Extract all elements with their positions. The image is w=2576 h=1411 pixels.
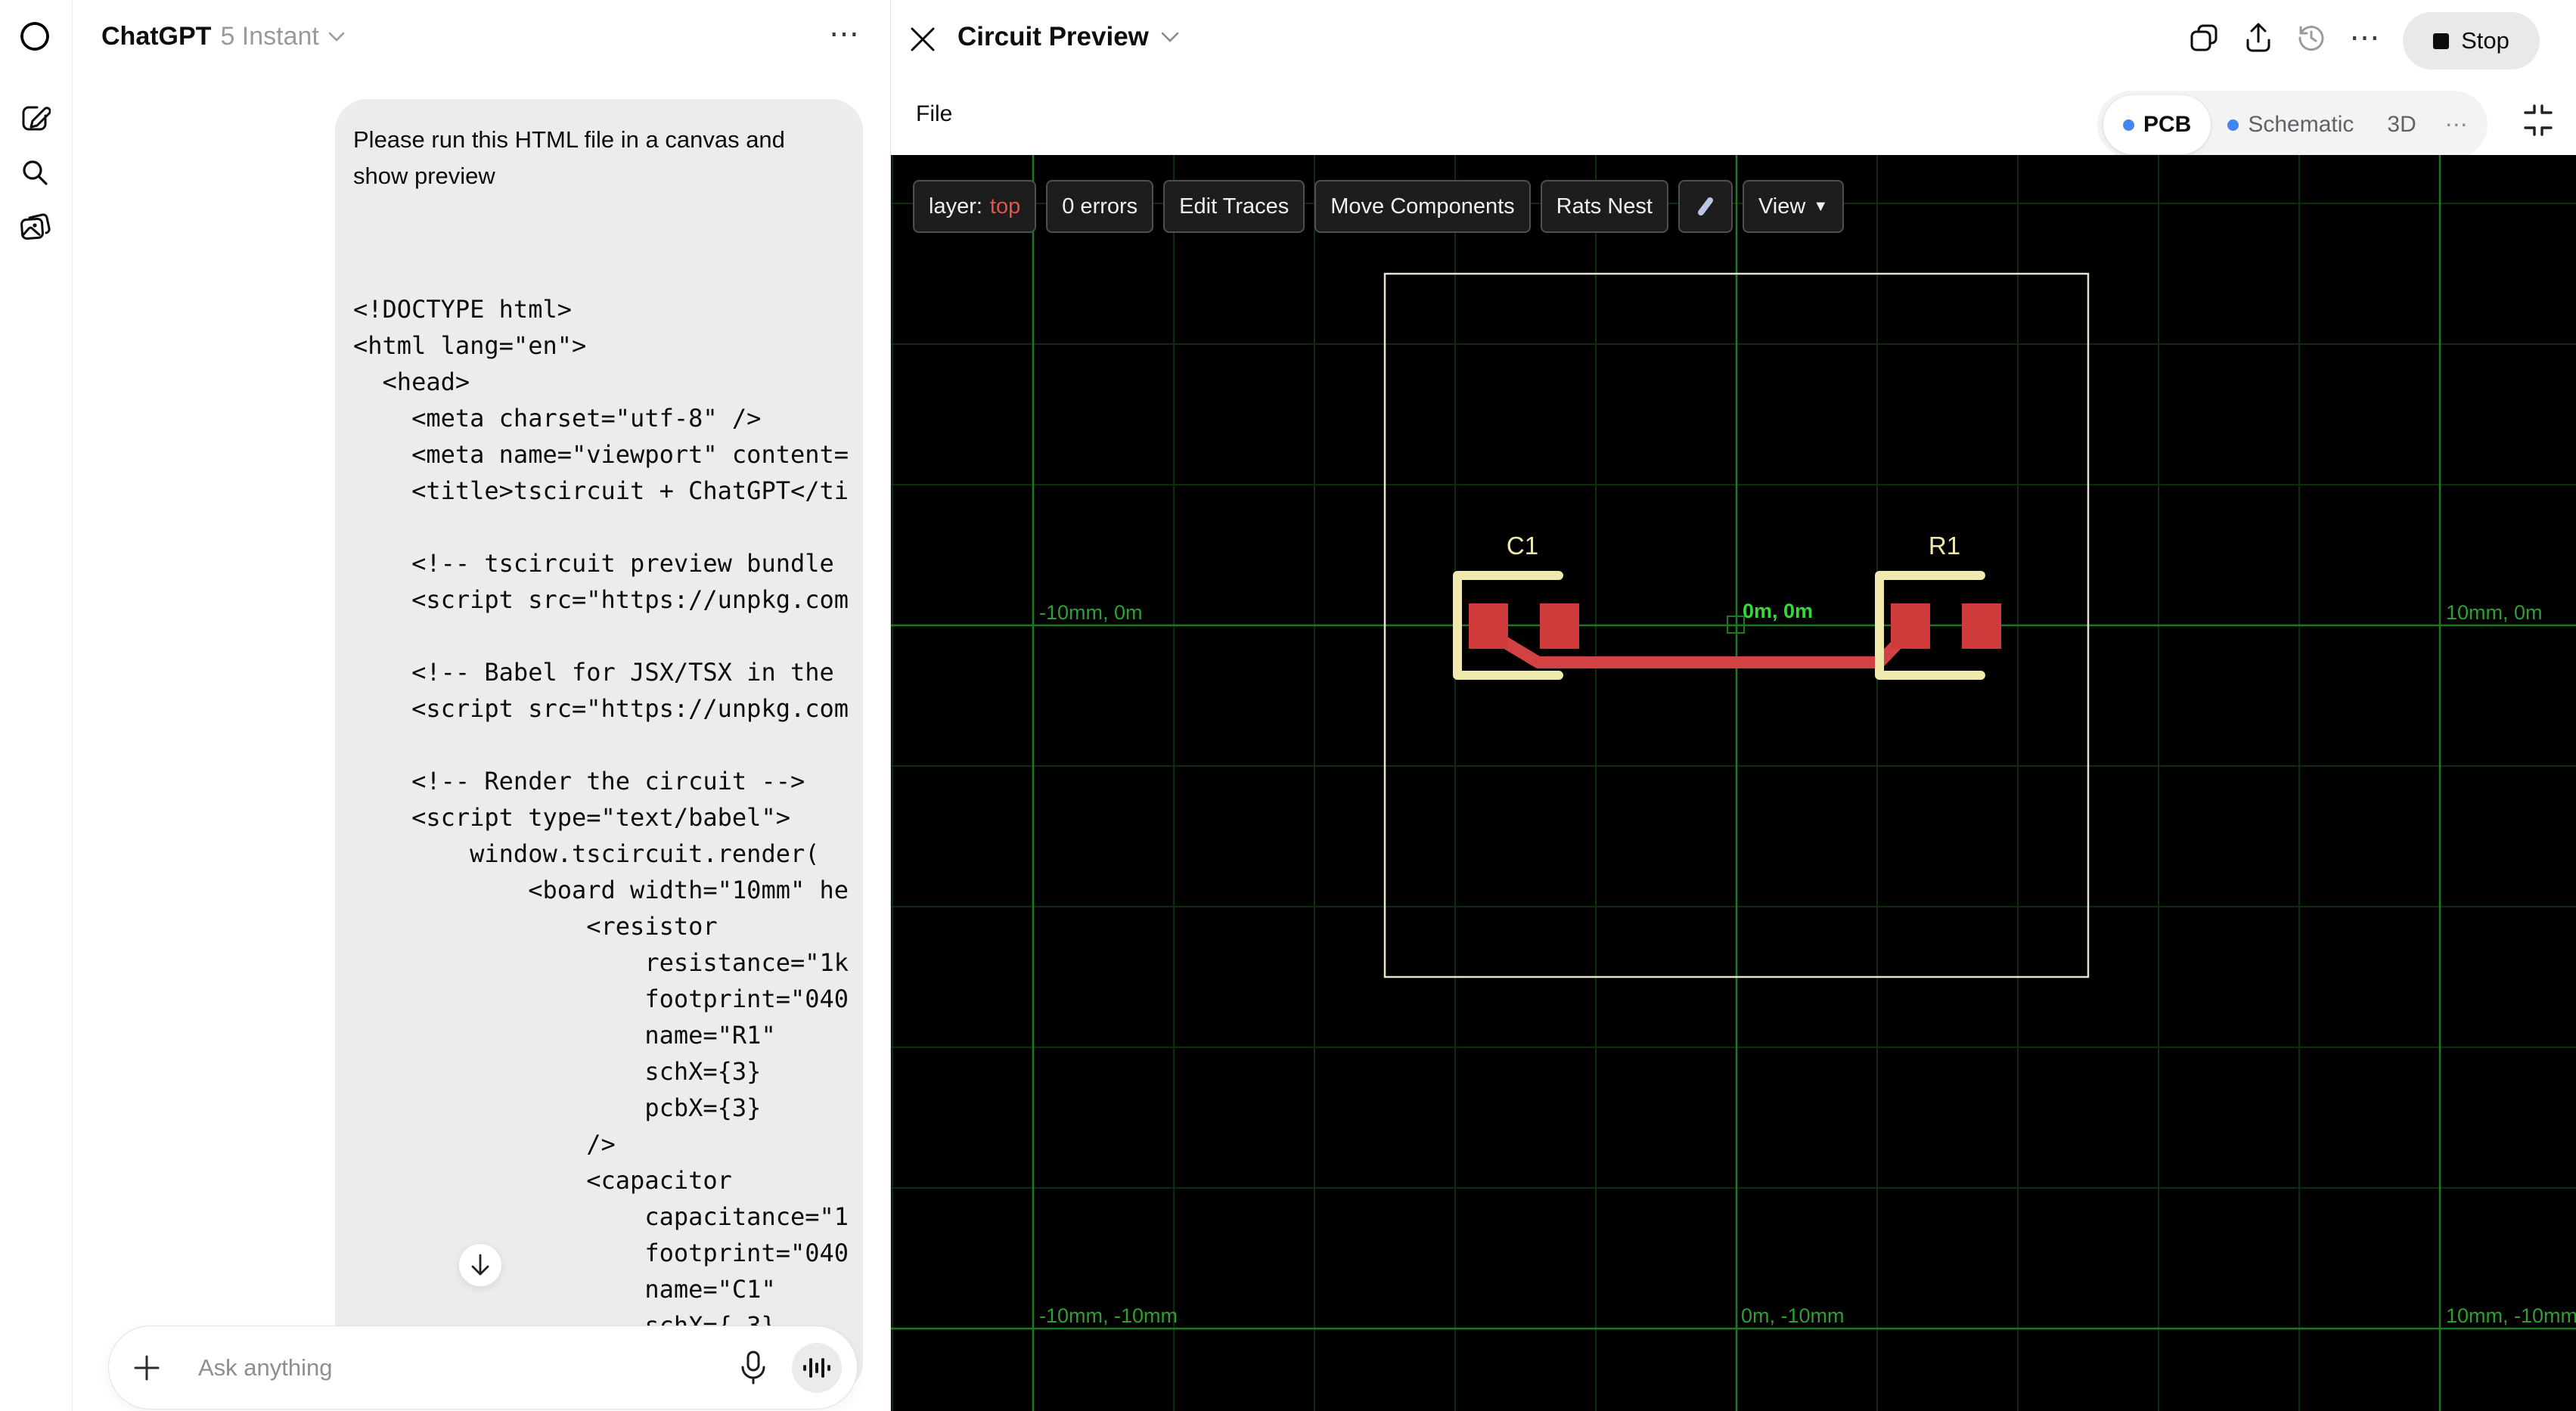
pcb-dot-icon — [2123, 119, 2134, 131]
r1-label: R1 — [1929, 532, 1960, 560]
copy-button[interactable] — [2187, 21, 2221, 54]
contract-view-button[interactable] — [2521, 103, 2556, 138]
plus-icon — [134, 1355, 160, 1380]
r1-pad-1 — [1891, 603, 1930, 649]
close-canvas-button[interactable] — [909, 26, 939, 56]
r1-pad-2 — [1962, 603, 2001, 649]
circuit-preview-panel: Circuit Preview ⋯ Stop File PCB Schemati… — [890, 0, 2576, 1411]
grid-label-bottom-left: -10mm, -10mm — [1039, 1304, 1178, 1327]
layer-label: layer: — [929, 194, 982, 219]
contract-icon — [2524, 104, 2553, 136]
errors-button[interactable]: 0 errors — [1046, 180, 1154, 233]
scroll-to-bottom-button[interactable] — [458, 1243, 502, 1287]
grid-label-origin: 0m, 0m — [1743, 600, 1813, 622]
openai-logo-icon — [20, 22, 49, 51]
chevron-down-icon — [328, 32, 345, 42]
rats-nest-button[interactable]: Rats Nest — [1540, 180, 1668, 233]
chevron-down-icon — [1161, 32, 1179, 42]
message-code-block: <!DOCTYPE html> <html lang="en"> <head> … — [353, 295, 849, 1394]
layer-button[interactable]: layer: top — [913, 180, 1037, 233]
c1-label: C1 — [1507, 532, 1538, 560]
history-button[interactable] — [2295, 21, 2328, 54]
openai-logo[interactable] — [17, 18, 53, 54]
grid-label-bottom-right: 10mm, -10mm — [2446, 1304, 2576, 1327]
app-name: ChatGPT — [101, 22, 212, 51]
message-intro-text: Please run this HTML file in a canvas an… — [353, 126, 785, 189]
c1-pad-1 — [1469, 603, 1508, 649]
stop-label: Stop — [2461, 27, 2509, 54]
c1-pad-2 — [1540, 603, 1579, 649]
edit-traces-button[interactable]: Edit Traces — [1163, 180, 1305, 233]
library-icon — [20, 213, 51, 240]
grid-label-mid-right: 10mm, 0m — [2446, 601, 2543, 624]
library-button[interactable] — [17, 209, 53, 245]
tab-schematic-label: Schematic — [2248, 112, 2354, 137]
dictate-button[interactable] — [736, 1351, 771, 1385]
app-window: ChatGPT 5 Instant ⋯ Please run this HTML… — [0, 0, 2576, 1411]
canvas-more-button[interactable]: ⋯ — [2349, 21, 2382, 54]
tab-pcb[interactable]: PCB — [2103, 95, 2211, 154]
tab-3d[interactable]: 3D — [2370, 95, 2432, 154]
tab-schematic[interactable]: Schematic — [2211, 95, 2370, 154]
schematic-dot-icon — [2227, 119, 2239, 131]
composer: Ask anything — [108, 1326, 858, 1409]
new-chat-icon — [22, 106, 51, 131]
pencil-tool-button[interactable] — [1678, 180, 1733, 233]
canvas-title-dropdown[interactable]: Circuit Preview — [957, 22, 1179, 52]
voice-mode-button[interactable] — [792, 1342, 842, 1393]
layer-value: top — [989, 194, 1021, 219]
file-menu[interactable]: File — [916, 101, 952, 127]
waveform-icon — [803, 1357, 830, 1378]
grid-lines — [891, 155, 2576, 1411]
user-message-bubble: Please run this HTML file in a canvas an… — [335, 99, 863, 1394]
share-button[interactable] — [2242, 21, 2275, 54]
view-dropdown-button[interactable]: View ▼ — [1742, 180, 1845, 233]
share-icon — [2246, 23, 2270, 52]
arrow-down-icon — [471, 1254, 489, 1276]
attach-button[interactable] — [130, 1351, 163, 1385]
left-rail — [0, 0, 73, 1411]
model-name: 5 Instant — [220, 22, 319, 51]
pcb-toolbar: layer: top 0 errors Edit Traces Move Com… — [913, 180, 1845, 233]
view-label: View — [1758, 194, 1806, 219]
pencil-icon — [1697, 197, 1713, 216]
history-icon — [2298, 26, 2324, 51]
caret-down-icon: ▼ — [1813, 197, 1829, 215]
canvas-title: Circuit Preview — [957, 22, 1149, 51]
new-chat-button[interactable] — [17, 100, 53, 136]
model-selector[interactable]: ChatGPT 5 Instant — [101, 22, 345, 51]
search-button[interactable] — [17, 154, 53, 191]
pcb-drawing: C1 R1 -10mm, 0m 0m, 0m 10mm, 0m -10mm, -… — [891, 155, 2576, 1411]
chat-header: ChatGPT 5 Instant ⋯ — [73, 0, 890, 79]
tab-pcb-label: PCB — [2143, 112, 2192, 137]
grid-label-bottom-mid: 0m, -10mm — [1741, 1304, 1845, 1327]
tabs-more-button[interactable]: ⋯ — [2433, 112, 2481, 138]
search-icon — [23, 160, 48, 185]
pcb-canvas[interactable]: C1 R1 -10mm, 0m 0m, 0m 10mm, 0m -10mm, -… — [891, 155, 2576, 1411]
stop-square-icon — [2433, 33, 2450, 49]
stop-button[interactable]: Stop — [2403, 12, 2540, 70]
close-icon — [911, 27, 935, 51]
copy-icon — [2190, 24, 2218, 51]
tab-3d-label: 3D — [2387, 112, 2416, 137]
chat-more-button[interactable]: ⋯ — [829, 17, 861, 51]
move-components-button[interactable]: Move Components — [1314, 180, 1531, 233]
grid-label-mid-left: -10mm, 0m — [1039, 601, 1143, 624]
view-mode-tabs: PCB Schematic 3D ⋯ — [2097, 91, 2488, 159]
microphone-icon — [741, 1351, 765, 1384]
message-input[interactable]: Ask anything — [198, 1354, 736, 1382]
